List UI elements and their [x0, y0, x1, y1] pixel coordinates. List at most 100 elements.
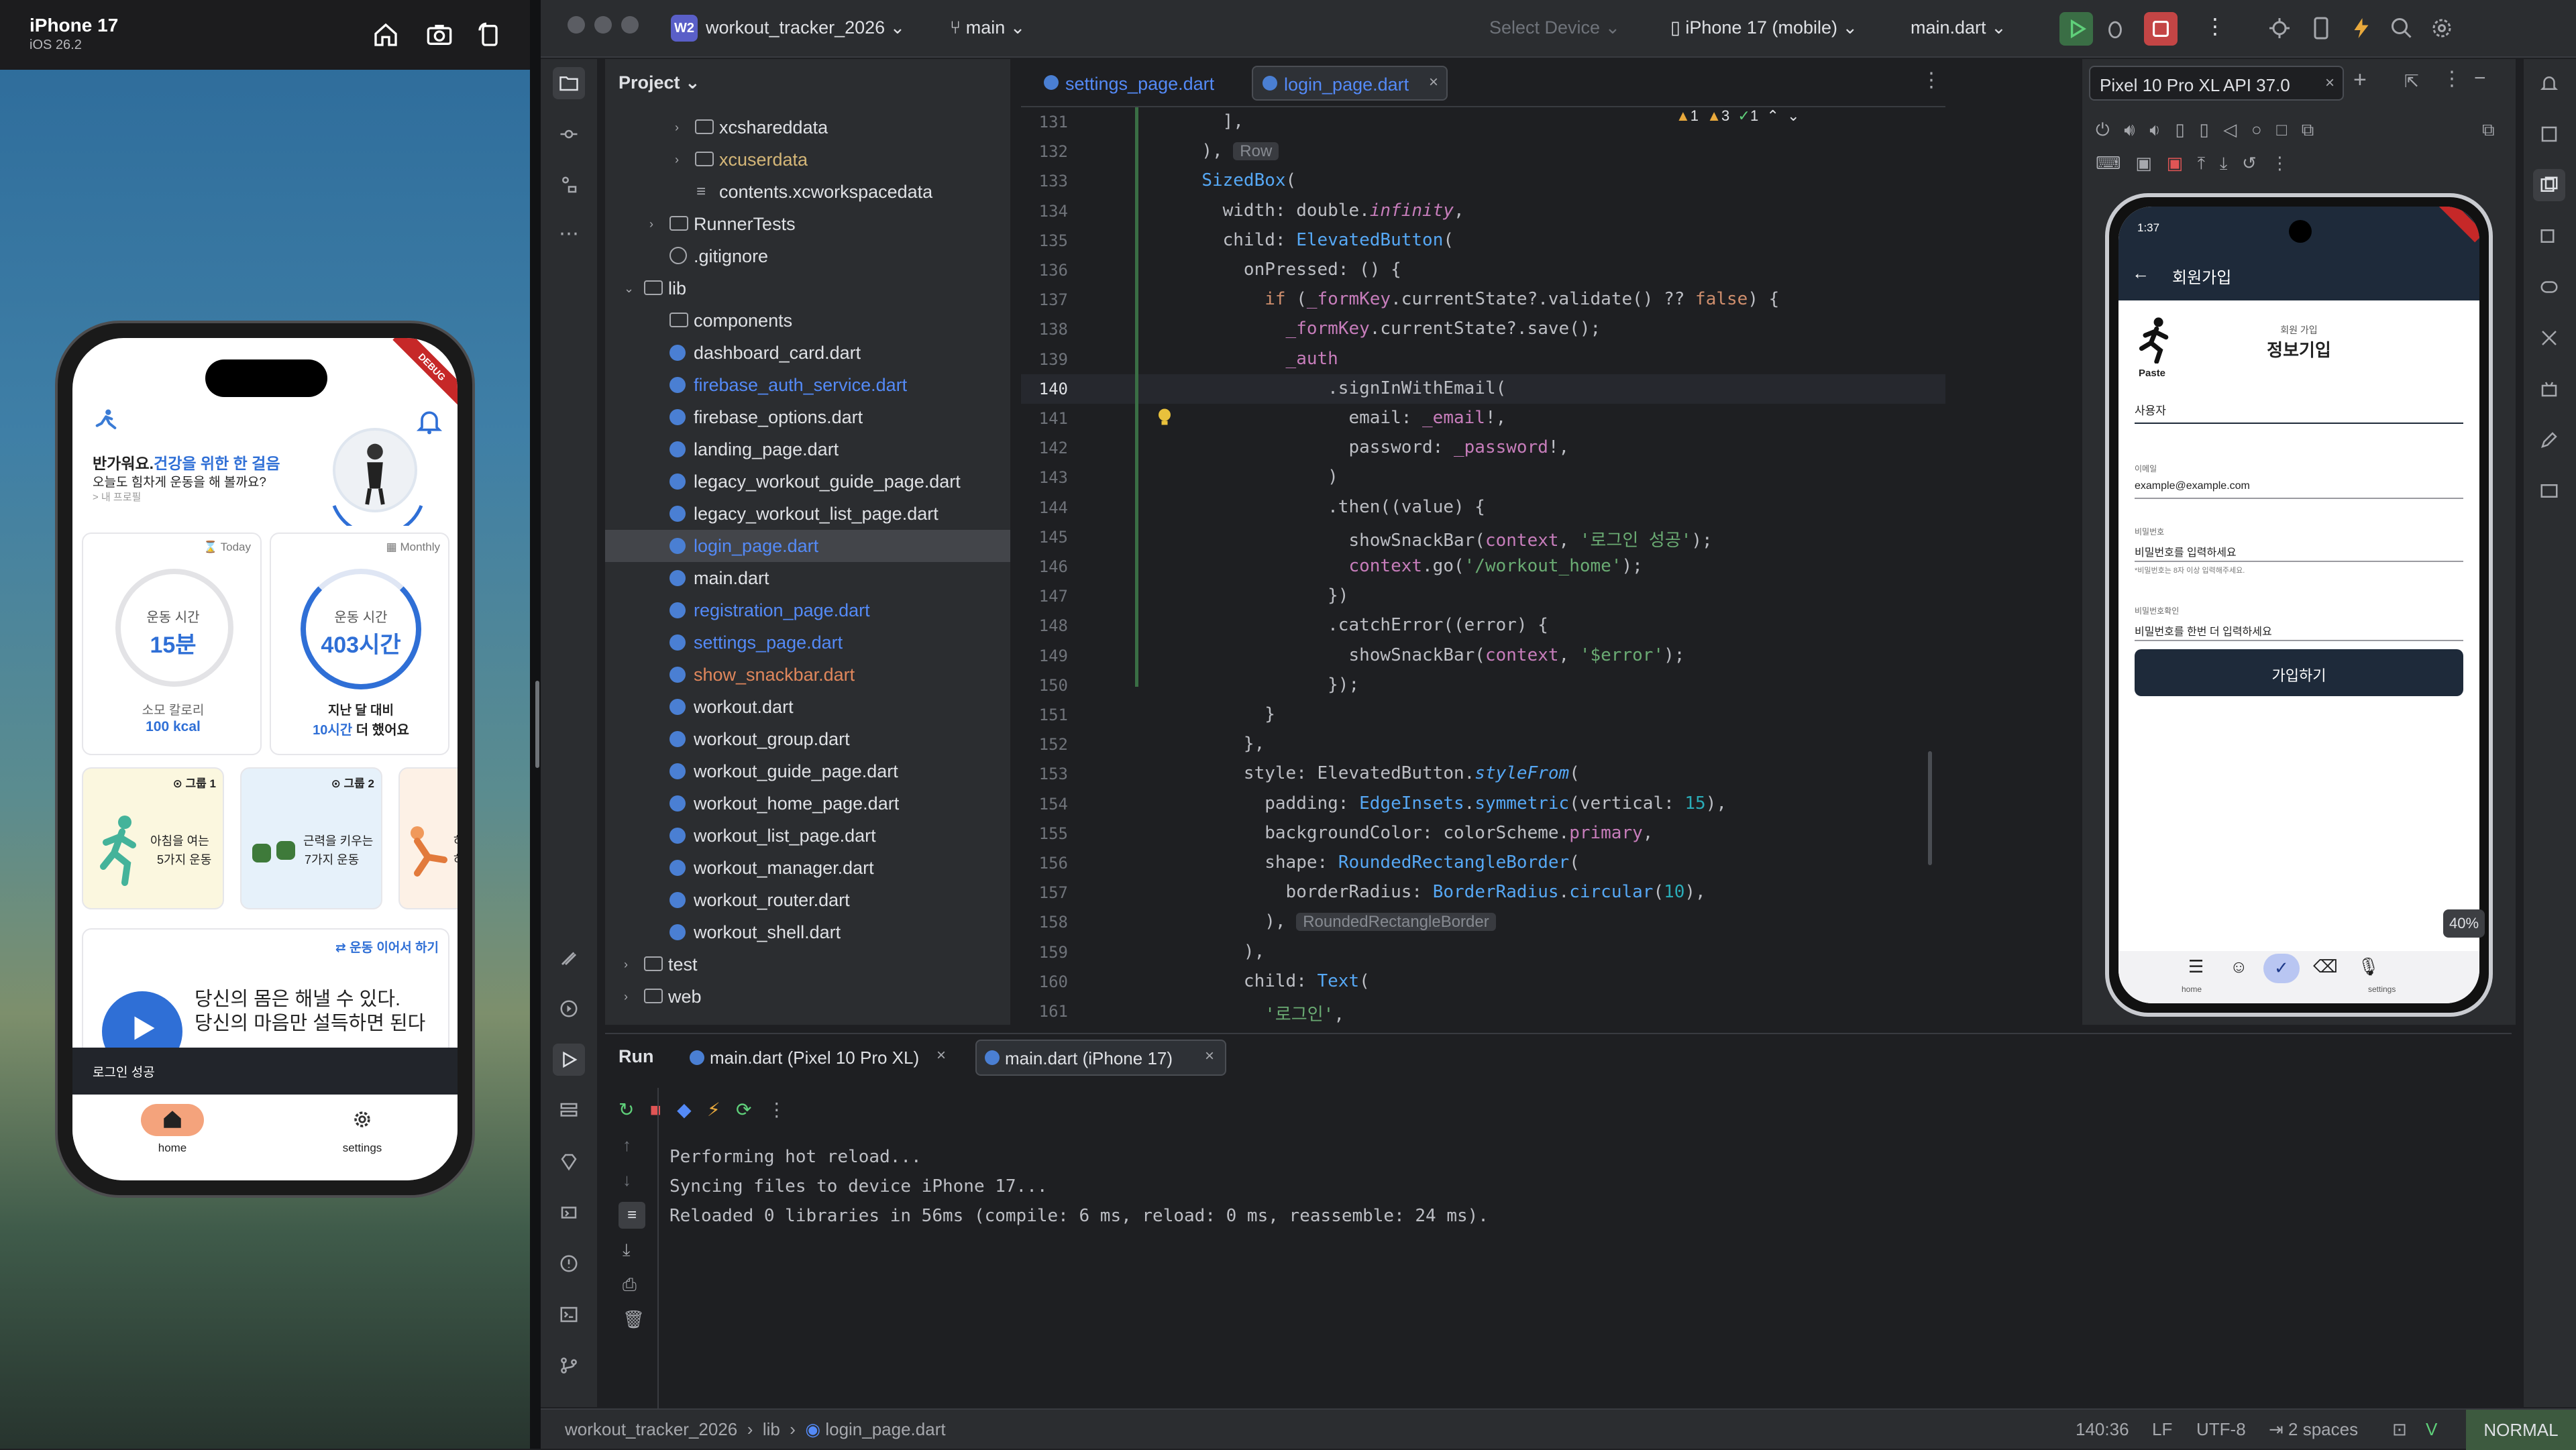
- tree-item[interactable]: registration_page.dart: [605, 594, 1010, 626]
- project-panel-title[interactable]: Project ⌄: [619, 72, 700, 93]
- pixel-screen[interactable]: 1:37 ← 회원가입 Paste 회원 가입 정보기입 사용자 이메일 examp…: [2118, 207, 2479, 1003]
- select-device-dropdown[interactable]: Select Device ⌄: [1489, 17, 1620, 38]
- tree-item[interactable]: dashboard_card.dart: [605, 337, 1010, 369]
- tree-item[interactable]: workout_guide_page.dart: [605, 755, 1010, 787]
- tree-item[interactable]: ≡ contents.xcworkspacedata: [605, 176, 1010, 208]
- editor-scrollbar[interactable]: [1927, 107, 1933, 1025]
- tree-item[interactable]: show_snackbar.dart: [605, 659, 1010, 691]
- code-line[interactable]: shape: RoundedRectangleBorder(: [1181, 852, 1580, 873]
- soft-wrap-icon[interactable]: ≡: [619, 1202, 645, 1229]
- tree-item[interactable]: legacy_workout_list_page.dart: [605, 498, 1010, 530]
- tree-item[interactable]: firebase_options.dart: [605, 401, 1010, 433]
- logcat-icon[interactable]: [553, 1196, 585, 1229]
- avd-field-value[interactable]: 비밀번호를 한번 더 입력하세요: [2135, 622, 2272, 638]
- code-line[interactable]: .then((value) {: [1181, 497, 1485, 517]
- minimize-panel-icon[interactable]: −: [2474, 67, 2486, 90]
- group-card-3[interactable]: 하 하: [398, 767, 458, 909]
- tree-item[interactable]: workout_router.dart: [605, 884, 1010, 916]
- tab-login-page[interactable]: login_page.dart ×: [1252, 66, 1448, 101]
- code-line[interactable]: _auth: [1181, 349, 1338, 369]
- run-tab-iphone[interactable]: main.dart (iPhone 17) ×: [975, 1040, 1226, 1076]
- code-line[interactable]: ],: [1181, 111, 1244, 131]
- code-line[interactable]: backgroundColor: colorScheme.primary,: [1181, 823, 1653, 843]
- code-line[interactable]: });: [1181, 675, 1359, 695]
- code-line[interactable]: showSnackBar(context, '$error');: [1181, 645, 1684, 665]
- zoom-level[interactable]: 40%: [2443, 909, 2485, 938]
- run-tool-icon[interactable]: [553, 1044, 585, 1076]
- group-card-2[interactable]: ⊙ 그룹 2 근력을 키우는 7가지 운동: [240, 767, 382, 909]
- tab-settings-page[interactable]: settings_page.dart: [1034, 66, 1242, 101]
- more-tools-icon[interactable]: ⋯: [553, 217, 585, 249]
- tree-item[interactable]: landing_page.dart: [605, 433, 1010, 465]
- tree-item[interactable]: legacy_workout_guide_page.dart: [605, 465, 1010, 498]
- avd-submit-button[interactable]: 가입하기: [2135, 649, 2463, 696]
- code-line[interactable]: ), RoundedRectangleBorder: [1181, 911, 1496, 932]
- tree-item[interactable]: workout_list_page.dart: [605, 820, 1010, 852]
- code-line[interactable]: onPressed: () {: [1181, 260, 1401, 280]
- device-explorer-icon[interactable]: [2533, 220, 2565, 252]
- code-line[interactable]: '로그인',: [1181, 1001, 1344, 1025]
- line-separator[interactable]: LF: [2152, 1419, 2172, 1440]
- code-line[interactable]: password: _password!,: [1181, 437, 1569, 457]
- settings-gear-icon[interactable]: [2430, 16, 2454, 44]
- screenshot-icon[interactable]: [419, 15, 460, 55]
- code-line[interactable]: showSnackBar(context, '로그인 성공');: [1181, 526, 1712, 551]
- avd-mic-icon[interactable]: 🎙︎: [2357, 956, 2379, 977]
- code-line[interactable]: },: [1181, 734, 1265, 754]
- run-config-dropdown[interactable]: main.dart ⌄: [1911, 17, 2006, 38]
- caret-position[interactable]: 140:36: [2076, 1419, 2129, 1440]
- pencil-icon[interactable]: [2533, 424, 2565, 456]
- chevron-icon[interactable]: ›: [675, 153, 679, 167]
- tree-item[interactable]: components: [605, 304, 1010, 337]
- code-line[interactable]: ),: [1181, 942, 1265, 962]
- branch-selector[interactable]: ⑂ main ⌄: [950, 17, 1025, 38]
- avd-field-underline[interactable]: [2135, 561, 2463, 562]
- chevron-icon[interactable]: ›: [675, 121, 679, 135]
- code-line[interactable]: email: _email!,: [1181, 408, 1506, 428]
- code-line[interactable]: SizedBox(: [1181, 170, 1296, 190]
- tools-icon[interactable]: [2533, 322, 2565, 354]
- inspection-widget[interactable]: ▲1 ▲3 ✓1 ⌃ ⌄: [1676, 107, 1800, 125]
- continue-workout-link[interactable]: ⇄ 운동 이어서 하기: [335, 938, 439, 956]
- tree-item[interactable]: workout.dart: [605, 691, 1010, 723]
- device-mirror-icon[interactable]: ⧉: [2482, 119, 2495, 141]
- group-card-1[interactable]: ⊙ 그룹 1 아침을 여는 5가지 운동: [82, 767, 224, 909]
- device-manager-icon[interactable]: [2309, 16, 2333, 44]
- avd-field-underline[interactable]: [2135, 640, 2463, 641]
- home-icon[interactable]: [161, 1108, 184, 1134]
- debug-icon[interactable]: [2104, 17, 2127, 44]
- lightbulb-icon[interactable]: [1157, 408, 1173, 431]
- device-panel-menu-icon[interactable]: ⋮: [2442, 67, 2462, 91]
- avd-confirm-icon[interactable]: ✓: [2263, 954, 2300, 983]
- chevron-icon[interactable]: ›: [624, 990, 628, 1004]
- problems-icon[interactable]: [553, 1247, 585, 1280]
- code-line[interactable]: width: double.infinity,: [1181, 201, 1464, 221]
- tree-item[interactable]: › xcuserdata: [605, 144, 1010, 176]
- stop-icon[interactable]: [2144, 12, 2178, 46]
- continue-card[interactable]: ⇄ 운동 이어서 하기 당신의 몸은 해낼 수 있다. 당신의 마음만 설득하면…: [82, 928, 449, 1072]
- scroll-down-icon[interactable]: ↓: [623, 1170, 631, 1190]
- code-line[interactable]: }): [1181, 585, 1348, 606]
- avd-field-underline[interactable]: [2135, 423, 2463, 424]
- tree-item[interactable]: settings_page.dart: [605, 626, 1010, 659]
- code-line[interactable]: .signInWithEmail(: [1181, 378, 1506, 398]
- gear-icon[interactable]: [351, 1108, 374, 1134]
- gem-icon[interactable]: [553, 1146, 585, 1178]
- readonly-lock-icon[interactable]: ⊡: [2392, 1419, 2407, 1440]
- device-tab[interactable]: Pixel 10 Pro XL API 37.0 ×: [2089, 66, 2344, 101]
- flutter-outline-icon[interactable]: [553, 942, 585, 974]
- services-icon[interactable]: [553, 993, 585, 1025]
- rotate-icon[interactable]: [470, 15, 510, 55]
- code-line[interactable]: ): [1181, 467, 1338, 487]
- hot-reload-icon[interactable]: [2349, 16, 2373, 44]
- avd-paste-chip[interactable]: Paste: [2139, 368, 2165, 379]
- code-line[interactable]: child: Text(: [1181, 971, 1370, 991]
- monthly-card[interactable]: ▦ Monthly 운동 시간 403시간 지난 달 대비 10시간 더 했어요: [270, 533, 449, 755]
- tree-item[interactable]: workout_home_page.dart: [605, 787, 1010, 820]
- close-device-tab-icon[interactable]: ×: [2325, 74, 2334, 93]
- tree-item[interactable]: workout_group.dart: [605, 723, 1010, 755]
- detach-icon[interactable]: ⇱: [2404, 71, 2419, 92]
- code-line[interactable]: style: ElevatedButton.styleFrom(: [1181, 763, 1580, 783]
- chevron-icon[interactable]: ›: [649, 217, 653, 231]
- vim-icon[interactable]: V: [2426, 1419, 2437, 1440]
